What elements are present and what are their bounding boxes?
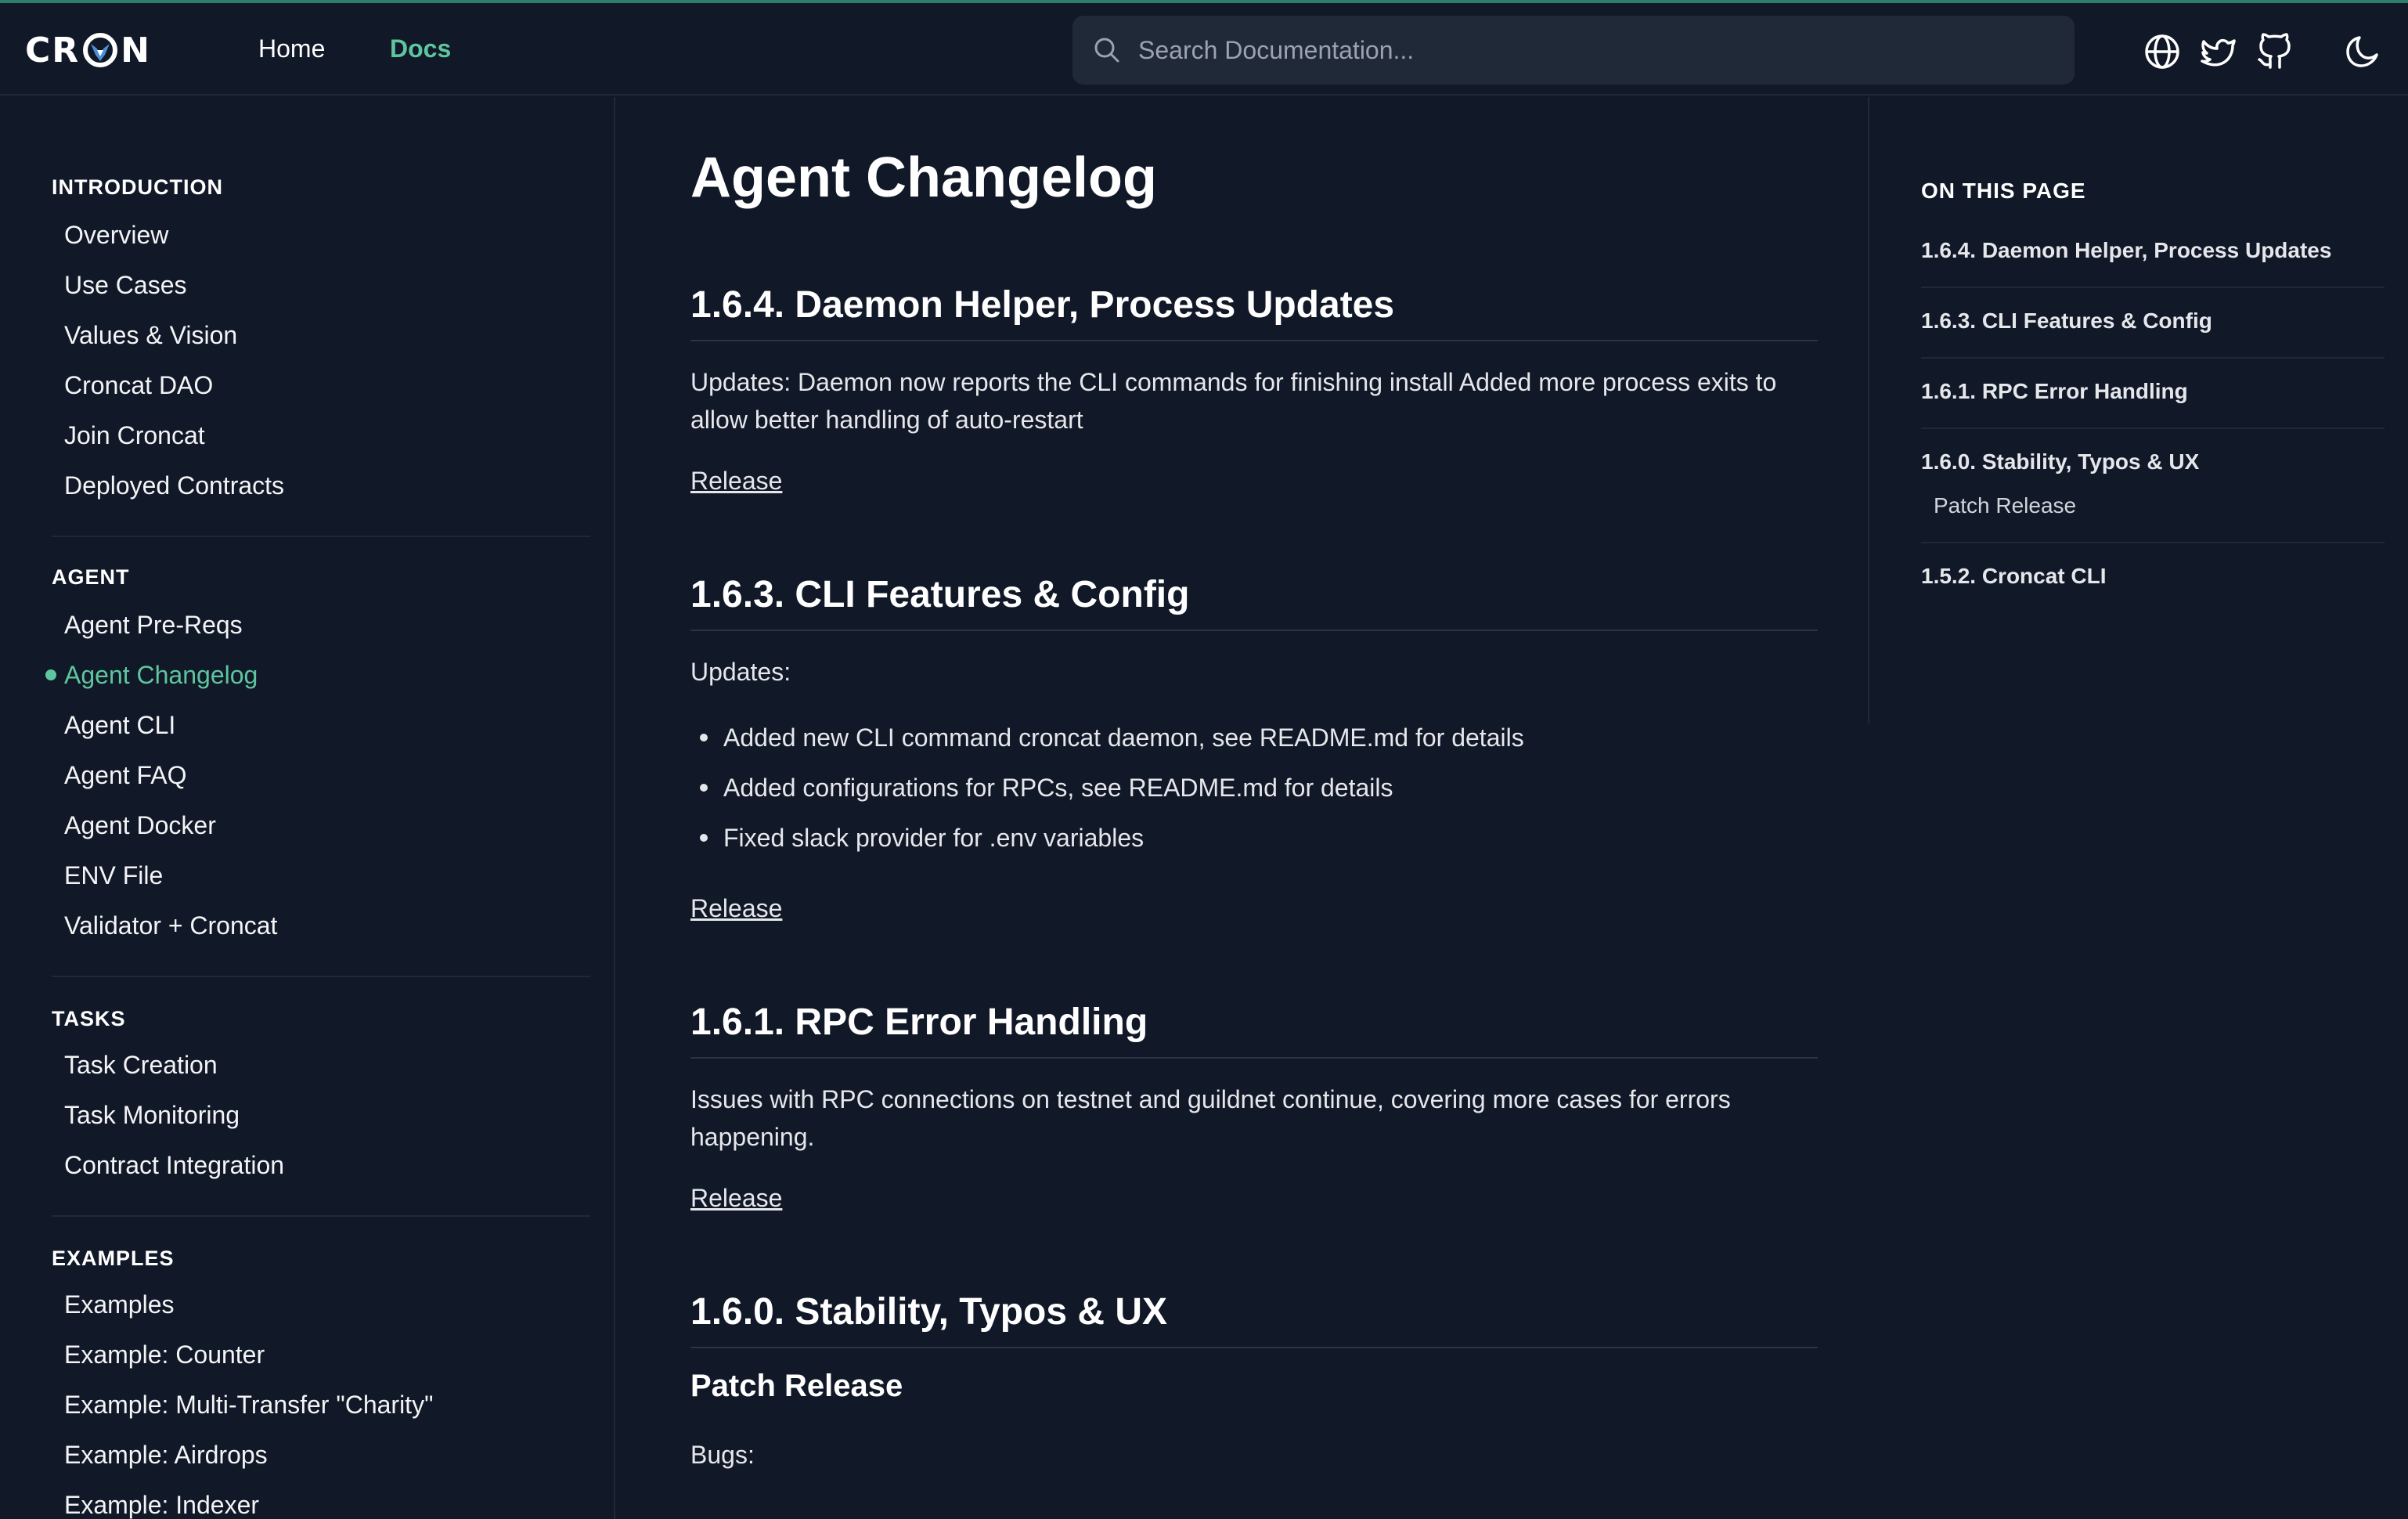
sidebar-item-overview[interactable]: Overview xyxy=(64,221,168,250)
bullet-dot xyxy=(700,833,708,842)
sidebar-item-croncat-dao[interactable]: Croncat DAO xyxy=(64,371,213,400)
page-title: Agent Changelog xyxy=(690,146,1157,209)
heading-divider xyxy=(690,1057,1818,1059)
search-input[interactable] xyxy=(1138,35,2039,65)
twitter-icon xyxy=(2201,38,2236,67)
sidebar-item-task-creation[interactable]: Task Creation xyxy=(64,1051,218,1080)
sidebar-section-tasks: TASKS xyxy=(52,1007,126,1030)
sidebar-item-example-indexer[interactable]: Example: Indexer xyxy=(64,1491,259,1519)
sidebar-section-examples: EXAMPLES xyxy=(52,1247,175,1270)
sidebar-item-join-croncat[interactable]: Join Croncat xyxy=(64,421,205,450)
bullet-dot xyxy=(700,783,708,792)
logo-text-left: CR xyxy=(25,30,81,70)
changelog-text-1-6-1: Issues with RPC connections on testnet a… xyxy=(690,1085,1731,1151)
toc-divider xyxy=(1921,542,2385,543)
list-item-text: Added configurations for RPCs, see READM… xyxy=(723,774,1393,802)
on-this-page-toc: ON THIS PAGE 1.6.4. Daemon Helper, Proce… xyxy=(1868,97,2408,723)
changelog-heading-1-6-1: 1.6.1. RPC Error Handling xyxy=(690,1001,1148,1043)
sidebar-section-introduction: INTRODUCTION xyxy=(52,175,223,199)
list-item-text: Added new CLI command croncat daemon, se… xyxy=(723,723,1524,752)
sidebar-divider xyxy=(52,976,590,977)
toc-divider xyxy=(1921,287,2385,288)
toc-item-1-5-2[interactable]: 1.5.2. Croncat CLI xyxy=(1921,564,2107,589)
heading-divider xyxy=(690,630,1818,631)
sidebar-divider xyxy=(52,1215,590,1217)
list-item-text: Fixed slack provider for .env variables xyxy=(723,824,1145,852)
nav-docs-link[interactable]: Docs xyxy=(390,34,451,63)
release-link-1-6-4[interactable]: Release xyxy=(690,467,782,496)
top-header: CR N Home Docs xyxy=(0,3,2408,96)
sidebar-item-contract-integration[interactable]: Contract Integration xyxy=(64,1151,284,1180)
list-item: Fixed slack provider for .env variables xyxy=(700,824,1144,853)
croncat-logo[interactable]: CR N xyxy=(25,30,151,70)
list-item: Added new CLI command croncat daemon, se… xyxy=(700,723,1524,752)
sidebar-item-example-multi-transfer[interactable]: Example: Multi-Transfer "Charity" xyxy=(64,1391,433,1420)
changelog-heading-1-6-3: 1.6.3. CLI Features & Config xyxy=(690,574,1190,615)
moon-icon xyxy=(2346,36,2378,67)
changelog-text-1-6-0: Bugs: xyxy=(690,1441,755,1469)
toc-item-1-6-1[interactable]: 1.6.1. RPC Error Handling xyxy=(1921,379,2188,404)
active-item-indicator xyxy=(45,669,56,680)
search-icon xyxy=(1094,38,1119,63)
sidebar-item-use-cases[interactable]: Use Cases xyxy=(64,271,187,300)
sidebar-item-values-vision[interactable]: Values & Vision xyxy=(64,321,237,350)
list-item: Added configurations for RPCs, see READM… xyxy=(700,774,1393,803)
sidebar-item-validator-croncat[interactable]: Validator + Croncat xyxy=(64,911,277,940)
globe-icon xyxy=(2145,34,2179,69)
changelog-heading-1-6-0: 1.6.0. Stability, Typos & UX xyxy=(690,1291,1168,1333)
sidebar-item-task-monitoring[interactable]: Task Monitoring xyxy=(64,1101,240,1130)
sidebar-item-agent-cli[interactable]: Agent CLI xyxy=(64,711,175,740)
release-link-1-6-1[interactable]: Release xyxy=(690,1184,782,1213)
bullet-dot xyxy=(700,733,708,741)
release-link-1-6-3[interactable]: Release xyxy=(690,894,782,923)
toc-divider xyxy=(1921,428,2385,429)
toc-item-1-6-3[interactable]: 1.6.3. CLI Features & Config xyxy=(1921,308,2212,334)
changelog-text-1-6-4: Updates: Daemon now reports the CLI comm… xyxy=(690,368,1777,434)
sidebar-item-agent-faq[interactable]: Agent FAQ xyxy=(64,761,187,790)
language-button[interactable] xyxy=(2143,33,2181,70)
sidebar-item-agent-docker[interactable]: Agent Docker xyxy=(64,811,216,840)
docs-sidebar: INTRODUCTION Overview Use Cases Values &… xyxy=(0,97,615,1519)
heading-divider xyxy=(690,340,1818,341)
toc-divider xyxy=(1921,357,2385,359)
search-bar[interactable] xyxy=(1072,16,2075,85)
fox-icon xyxy=(83,33,118,67)
sidebar-item-example-airdrops[interactable]: Example: Airdrops xyxy=(64,1441,268,1470)
twitter-link[interactable] xyxy=(2200,33,2237,70)
github-icon xyxy=(2258,33,2291,69)
heading-divider xyxy=(690,1347,1818,1348)
sidebar-item-env-file[interactable]: ENV File xyxy=(64,861,163,890)
toc-title: ON THIS PAGE xyxy=(1921,179,2086,203)
sidebar-divider xyxy=(52,536,590,537)
sidebar-item-example-counter[interactable]: Example: Counter xyxy=(64,1340,265,1369)
theme-toggle-button[interactable] xyxy=(2344,33,2381,70)
changelog-subheading-patch-release: Patch Release xyxy=(690,1369,903,1403)
sidebar-item-deployed-contracts[interactable]: Deployed Contracts xyxy=(64,471,284,500)
logo-text-right: N xyxy=(121,30,151,70)
sidebar-item-agent-changelog[interactable]: Agent Changelog xyxy=(64,661,258,690)
sidebar-item-agent-pre-reqs[interactable]: Agent Pre-Reqs xyxy=(64,611,243,640)
toc-item-1-6-4[interactable]: 1.6.4. Daemon Helper, Process Updates xyxy=(1921,238,2331,263)
toc-subitem-patch-release[interactable]: Patch Release xyxy=(1934,493,2076,518)
nav-home-link[interactable]: Home xyxy=(258,34,325,63)
toc-item-1-6-0[interactable]: 1.6.0. Stability, Typos & UX xyxy=(1921,449,2199,474)
changelog-heading-1-6-4: 1.6.4. Daemon Helper, Process Updates xyxy=(690,284,1395,326)
sidebar-section-agent: AGENT xyxy=(52,565,130,589)
github-link[interactable] xyxy=(2256,33,2294,70)
sidebar-item-examples[interactable]: Examples xyxy=(64,1290,175,1319)
changelog-text-1-6-3: Updates: xyxy=(690,658,791,686)
main-content: Agent Changelog 1.6.4. Daemon Helper, Pr… xyxy=(689,97,1821,1519)
